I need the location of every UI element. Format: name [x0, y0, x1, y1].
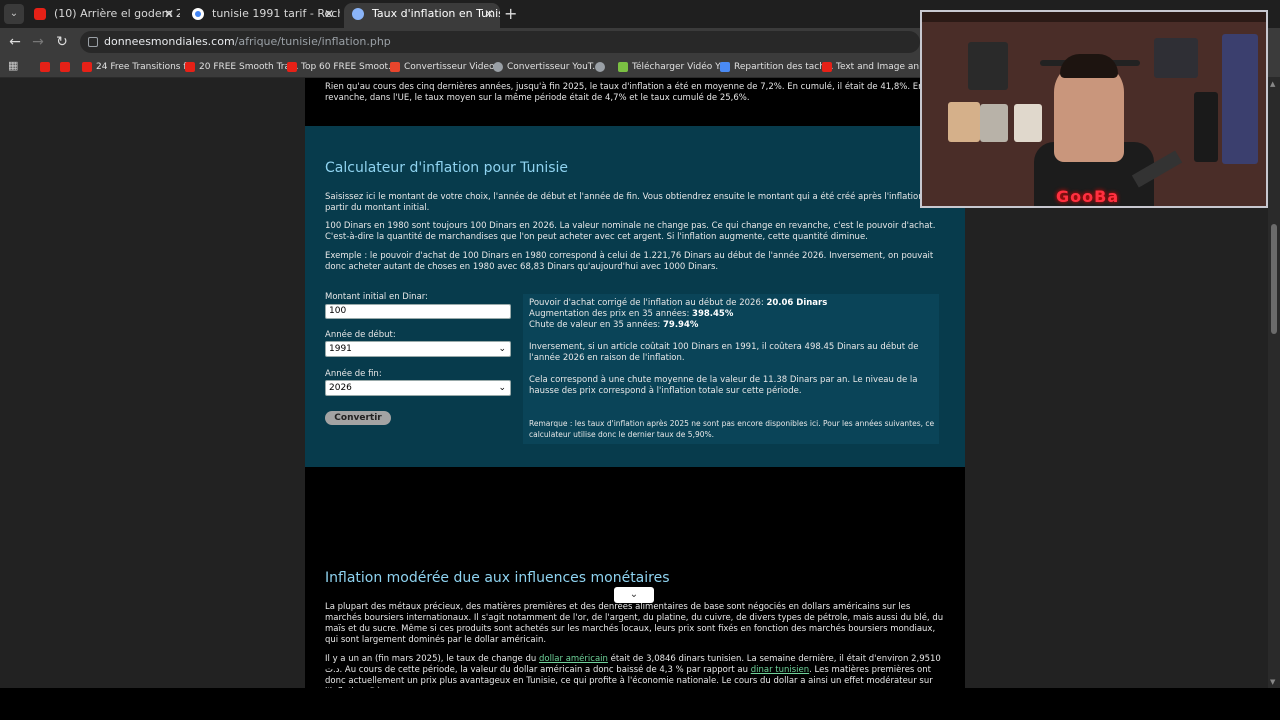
tnd-link[interactable]: dinar tunisien	[751, 665, 809, 675]
youtube-icon	[287, 62, 297, 72]
result-average: Cela correspond à une chute moyenne de l…	[529, 375, 918, 396]
scroll-down-icon[interactable]: ▼	[1270, 678, 1275, 686]
docs-icon	[720, 62, 730, 72]
calculator-title: Calculateur d'inflation pour Tunisie	[325, 160, 569, 176]
jersey-poster	[980, 104, 1008, 142]
tab-youtube[interactable]: (10) Arrière el godem 2 Épisode ✕	[26, 3, 180, 25]
bookmark-item[interactable]	[40, 59, 54, 75]
new-tab-button[interactable]: +	[504, 4, 517, 24]
intro-text: Rien qu'au cours des cinq dernières anné…	[325, 82, 924, 103]
start-year-select[interactable]: 1991 ⌄	[325, 341, 511, 357]
youtube-icon	[34, 8, 46, 20]
amount-label: Montant initial en Dinar:	[325, 292, 428, 302]
end-year-value: 2026	[329, 383, 352, 393]
youtube-icon	[60, 62, 70, 72]
section-para1: La plupart des métaux précieux, des mati…	[325, 602, 944, 645]
tab-inflation[interactable]: Taux d'inflation en Tunisie ✕	[344, 3, 500, 28]
bookmark-item[interactable]	[60, 59, 74, 75]
bottom-bar	[0, 688, 1280, 720]
tab-search-button[interactable]: ⌄	[4, 4, 24, 24]
z-icon	[390, 62, 400, 72]
tab-title: Taux d'inflation en Tunisie	[372, 7, 500, 20]
result-note: Remarque : les taux d'inflation après 20…	[529, 419, 935, 439]
bookmark-item[interactable]: Convertisseur Video...	[390, 59, 503, 75]
bookmark-item[interactable]: Repartition des tach...	[720, 59, 834, 75]
close-icon[interactable]: ✕	[324, 3, 334, 25]
webcam-overlay: GooBa	[920, 10, 1268, 208]
result-summary: Pouvoir d'achat corrigé de l'inflation a…	[529, 298, 828, 330]
jersey-poster	[968, 42, 1008, 90]
section-para2: Il y a un an (fin mars 2025), le taux de…	[325, 654, 941, 688]
bookmark-item[interactable]: Convertisseur YouT...	[493, 59, 601, 75]
bookmark-item[interactable]: 20 FREE Smooth Tra...	[185, 59, 299, 75]
chevron-down-icon: ⌄	[498, 383, 506, 393]
chevron-down-icon: ⌄	[498, 344, 506, 354]
download-icon	[618, 62, 628, 72]
calculator-explanation: 100 Dinars en 1980 sont toujours 100 Din…	[325, 221, 936, 242]
bookmark-item[interactable]: 24 Free Transitions f...	[82, 59, 194, 75]
value-drop-value: 79.94%	[663, 320, 699, 330]
jersey-poster	[1154, 38, 1198, 78]
globe-icon	[595, 62, 605, 72]
section-title: Inflation modérée due aux influences mon…	[325, 570, 670, 586]
reload-icon[interactable]: ↻	[53, 33, 71, 51]
flag-poster	[1222, 34, 1258, 164]
bookmark-item[interactable]: Text and Image ani...	[822, 59, 930, 75]
tab-title: (10) Arrière el godem 2 Épisode	[54, 7, 180, 20]
forward-icon[interactable]: →	[29, 33, 47, 51]
calculator-example: Exemple : le pouvoir d'achat de 100 Dina…	[325, 251, 934, 272]
url-host: donneesmondiales.com	[104, 35, 235, 48]
usd-link[interactable]: dollar américain	[539, 654, 608, 664]
calculator-results: Pouvoir d'achat corrigé de l'inflation a…	[523, 294, 939, 444]
youtube-icon	[82, 62, 92, 72]
start-year-value: 1991	[329, 344, 352, 354]
tab-title: tunisie 1991 tarif - Recherche G	[212, 7, 340, 20]
site-icon	[352, 8, 364, 20]
close-icon[interactable]: ✕	[164, 3, 174, 25]
bookmark-item[interactable]: Télécharger Vidéo Y...	[618, 59, 727, 75]
end-year-label: Année de fin:	[325, 369, 382, 379]
close-icon[interactable]: ✕	[484, 3, 494, 25]
streamer-logo: GooBa	[1056, 187, 1120, 206]
dark-poster	[1194, 92, 1218, 162]
page-content: Rien qu'au cours des cinq dernières anné…	[305, 78, 965, 688]
price-increase-value: 398.45%	[692, 309, 734, 319]
amount-input[interactable]: 100	[325, 304, 511, 319]
bookmark-item[interactable]: Top 60 FREE Smoot...	[287, 59, 397, 75]
tab-google-search[interactable]: tunisie 1991 tarif - Recherche G ✕	[184, 3, 340, 25]
youtube-icon	[40, 62, 50, 72]
adjusted-value: 20.06 Dinars	[766, 298, 828, 308]
person-hair	[1060, 54, 1118, 78]
url-path: /afrique/tunisie/inflation.php	[234, 35, 391, 48]
jersey-poster	[948, 102, 980, 142]
back-icon[interactable]: ←	[6, 33, 24, 51]
google-icon	[192, 8, 204, 20]
page-scrollbar[interactable]: ▲ ▼	[1268, 78, 1280, 688]
scroll-down-button[interactable]: ⌄	[614, 587, 654, 603]
site-info-icon[interactable]	[88, 37, 98, 47]
scroll-thumb[interactable]	[1271, 224, 1277, 334]
convert-button[interactable]: Convertir	[325, 411, 391, 425]
inflation-calculator: Calculateur d'inflation pour Tunisie Sai…	[305, 126, 965, 467]
start-year-label: Année de début:	[325, 330, 396, 340]
youtube-icon	[822, 62, 832, 72]
jersey-poster	[1014, 104, 1042, 142]
calculator-intro: Saisissez ici le montant de votre choix,…	[325, 192, 932, 213]
webcam-shelf	[922, 12, 1266, 22]
apps-grid-icon[interactable]: ▦	[8, 60, 20, 72]
scroll-up-icon[interactable]: ▲	[1270, 80, 1275, 88]
end-year-select[interactable]: 2026 ⌄	[325, 380, 511, 396]
bookmark-item[interactable]	[595, 59, 609, 75]
converter-icon	[493, 62, 503, 72]
youtube-icon	[185, 62, 195, 72]
address-bar[interactable]: donneesmondiales.com/afrique/tunisie/inf…	[80, 31, 920, 53]
result-reverse: Inversement, si un article coûtait 100 D…	[529, 342, 919, 363]
